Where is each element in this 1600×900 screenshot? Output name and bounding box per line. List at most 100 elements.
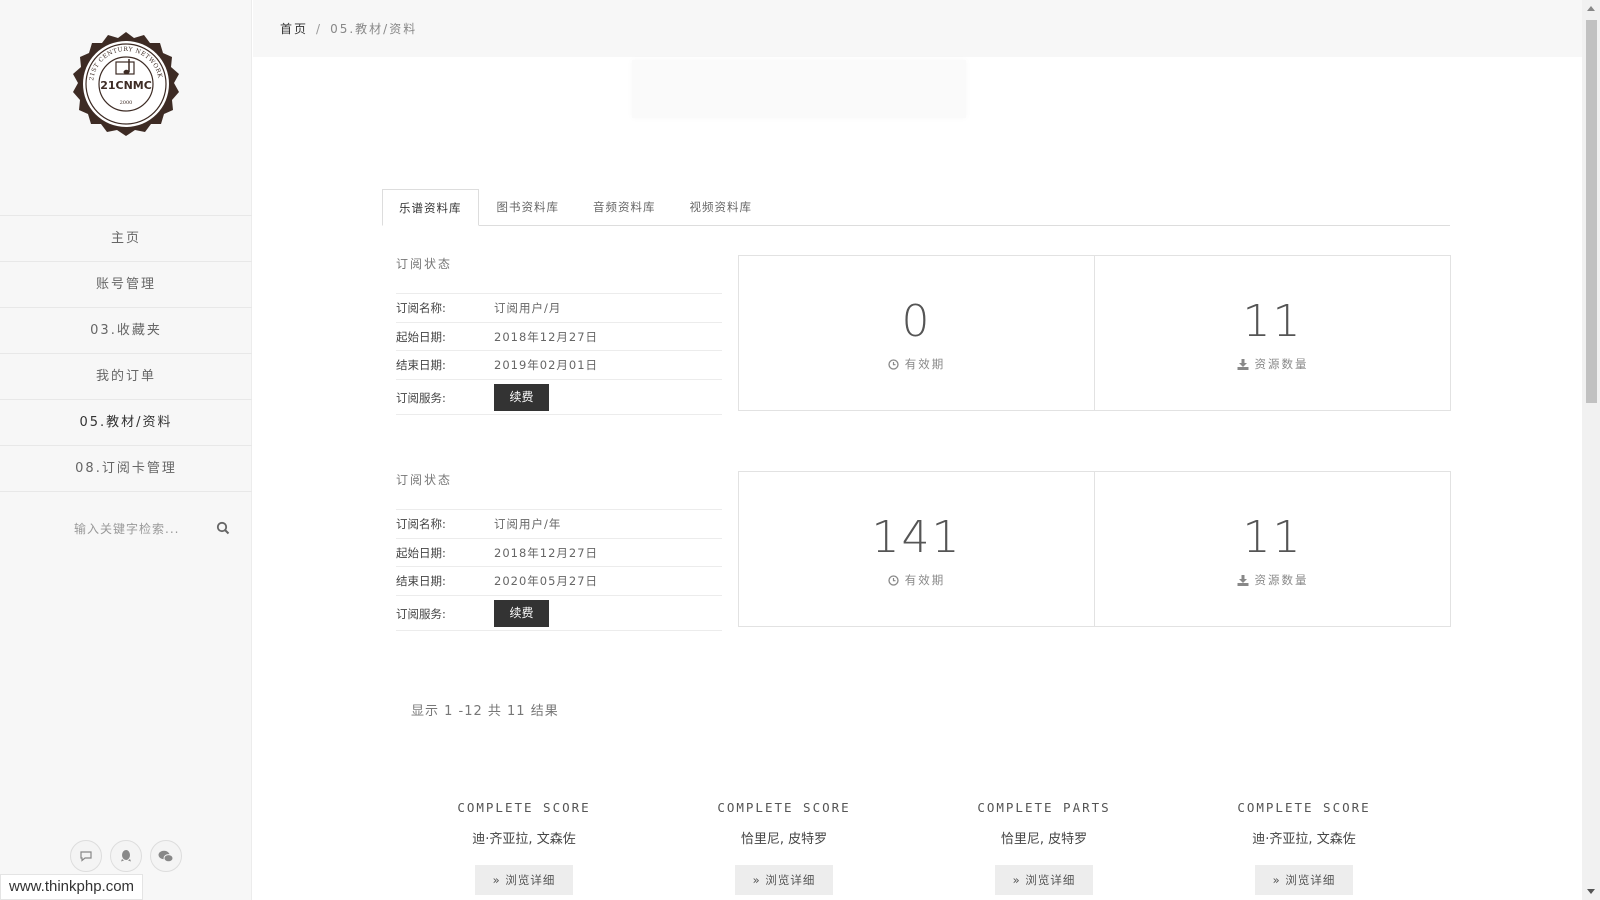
stat-label: 资源数量 — [1095, 572, 1450, 588]
download-icon — [1237, 359, 1248, 370]
product-card: COMPLETE SCORE 迪·齐亚拉, 文森佐 » 浏览详细 — [416, 800, 632, 895]
stat-box-resources: 11 资源数量 — [1094, 471, 1451, 627]
page-banner — [632, 60, 966, 118]
subscription-title: 订阅状态 — [396, 473, 453, 487]
logo-text: 21CNMC — [100, 79, 152, 92]
product-category: COMPLETE SCORE — [717, 800, 851, 815]
view-details-button[interactable]: » 浏览详细 — [735, 865, 833, 895]
scrollbar-thumb[interactable] — [1586, 20, 1597, 403]
renew-button[interactable]: 续费 — [494, 599, 549, 627]
subscription-info: 订阅名称: 订阅用户/月 起始日期: 2018年12月27日 结束日期: 2019年0… — [396, 293, 722, 415]
info-row: 订阅名称: 订阅用户/月 — [396, 293, 722, 322]
stat-value: 141 — [871, 512, 962, 563]
scroll-up-arrow-icon[interactable] — [1587, 6, 1595, 11]
double-chevron-right-icon: » — [752, 873, 766, 887]
sidebar-item-materials[interactable]: 05.教材/资料 — [0, 400, 252, 446]
info-key: 结束日期: — [396, 574, 446, 588]
results-count: 显示 1 -12 共 11 结果 — [411, 704, 559, 719]
product-name[interactable]: 恰里尼, 皮特罗 — [676, 828, 892, 847]
stat-value: 0 — [901, 296, 932, 347]
logo[interactable]: 21ST CENTURY NETWORK MUSIC CONSERVATORY … — [65, 21, 184, 142]
subscription-panel: 订阅状态 订阅名称: 订阅用户/月 起始日期: 2018年12月27日 结束日期: 2… — [396, 255, 1451, 415]
info-value: 2018年12月27日 — [494, 545, 599, 560]
view-details-button[interactable]: » 浏览详细 — [475, 865, 573, 895]
tab-video-library[interactable]: 视频资料库 — [674, 189, 769, 226]
info-key: 起始日期: — [396, 329, 446, 344]
sidebar-item-cards[interactable]: 08.订阅卡管理 — [0, 446, 252, 492]
stat-label-text: 有效期 — [904, 357, 946, 371]
sidebar-item-account[interactable]: 账号管理 — [0, 262, 252, 308]
product-grid: COMPLETE SCORE 迪·齐亚拉, 文森佐 » 浏览详细 COMPLET… — [416, 800, 1456, 900]
info-key: 订阅名称: — [396, 517, 446, 531]
download-icon — [1237, 575, 1248, 586]
sidebar: 21ST CENTURY NETWORK MUSIC CONSERVATORY … — [0, 0, 252, 900]
stat-label: 有效期 — [739, 572, 1094, 588]
chat-icon[interactable] — [70, 840, 102, 872]
tab-audio-library[interactable]: 音频资料库 — [577, 189, 672, 226]
tab-score-library[interactable]: 乐谱资料库 — [382, 189, 479, 226]
sidebar-nav: 主页 账号管理 03.收藏夹 我的订单 05.教材/资料 08.订阅卡管理 — [0, 215, 252, 492]
product-name[interactable]: 恰里尼, 皮特罗 — [936, 828, 1152, 847]
renew-button[interactable]: 续费 — [494, 383, 549, 411]
stat-label: 资源数量 — [1095, 356, 1450, 372]
subscription-panel: 订阅状态 订阅名称: 订阅用户/年 起始日期: 2018年12月27日 结束日期: 2… — [396, 471, 1451, 631]
sidebar-item-favorites[interactable]: 03.收藏夹 — [0, 308, 252, 354]
qq-icon[interactable] — [110, 840, 142, 872]
product-name[interactable]: 迪·齐亚拉, 文森佐 — [416, 828, 632, 847]
info-row: 订阅名称: 订阅用户/年 — [396, 509, 722, 538]
stat-value: 11 — [1242, 296, 1303, 347]
sidebar-item-home[interactable]: 主页 — [0, 216, 252, 262]
clock-icon — [888, 575, 899, 586]
watermark-url: www.thinkphp.com — [0, 874, 144, 900]
topbar: 首页 / 05.教材/资料 — [253, 0, 1582, 57]
wechat-icon[interactable] — [150, 840, 182, 872]
search-icon[interactable] — [216, 520, 234, 538]
double-chevron-right-icon: » — [492, 873, 506, 887]
info-row: 订阅服务: 续费 — [396, 378, 722, 415]
stat-box-resources: 11 资源数量 — [1094, 255, 1451, 411]
view-details-button[interactable]: » 浏览详细 — [995, 865, 1093, 895]
breadcrumb-home[interactable]: 首页 — [280, 22, 308, 36]
page-scrollbar[interactable] — [1582, 0, 1600, 900]
info-value: 订阅用户/年 — [494, 517, 562, 531]
scroll-down-arrow-icon[interactable] — [1587, 889, 1595, 894]
product-name[interactable]: 迪·齐亚拉, 文森佐 — [1196, 828, 1412, 847]
view-details-label: 浏览详细 — [765, 873, 816, 887]
clock-icon — [888, 359, 899, 370]
info-row: 起始日期: 2018年12月27日 — [396, 537, 722, 567]
product-category: COMPLETE SCORE — [1237, 800, 1371, 815]
view-details-label: 浏览详细 — [1285, 873, 1336, 887]
social-links — [70, 840, 182, 872]
info-key: 订阅名称: — [396, 301, 446, 315]
breadcrumb-separator: / — [316, 22, 323, 36]
info-row: 起始日期: 2018年12月27日 — [396, 321, 722, 351]
info-key: 起始日期: — [396, 545, 446, 560]
product-card: COMPLETE SCORE 恰里尼, 皮特罗 » 浏览详细 — [676, 800, 892, 895]
info-value: 订阅用户/月 — [494, 301, 562, 315]
stat-label-text: 有效期 — [904, 573, 946, 587]
product-category: COMPLETE PARTS — [977, 800, 1111, 815]
sidebar-item-orders[interactable]: 我的订单 — [0, 354, 252, 400]
product-card: COMPLETE SCORE 迪·齐亚拉, 文森佐 » 浏览详细 — [1196, 800, 1412, 895]
search-input[interactable] — [40, 514, 200, 544]
sidebar-search — [40, 514, 236, 544]
view-details-label: 浏览详细 — [505, 873, 556, 887]
library-tabs: 乐谱资料库 图书资料库 音频资料库 视频资料库 — [382, 189, 1450, 226]
info-value: 2020年05月27日 — [494, 574, 599, 588]
subscription-title: 订阅状态 — [396, 257, 453, 271]
stat-label-text: 资源数量 — [1254, 573, 1309, 587]
logo-year: 2000 — [120, 100, 133, 106]
view-details-button[interactable]: » 浏览详细 — [1255, 865, 1353, 895]
info-key: 结束日期: — [396, 358, 446, 372]
stat-value: 11 — [1242, 512, 1303, 563]
double-chevron-right-icon: » — [1272, 873, 1286, 887]
info-key: 订阅服务: — [396, 390, 446, 405]
stat-box-validity: 141 有效期 — [738, 471, 1095, 627]
subscription-info: 订阅名称: 订阅用户/年 起始日期: 2018年12月27日 结束日期: 2020年0… — [396, 509, 722, 631]
tab-book-library[interactable]: 图书资料库 — [481, 189, 576, 226]
double-chevron-right-icon: » — [1012, 873, 1026, 887]
stat-label-text: 资源数量 — [1254, 357, 1309, 371]
info-value: 2018年12月27日 — [494, 329, 599, 344]
info-row: 结束日期: 2020年05月27日 — [396, 566, 722, 595]
product-category: COMPLETE SCORE — [457, 800, 591, 815]
